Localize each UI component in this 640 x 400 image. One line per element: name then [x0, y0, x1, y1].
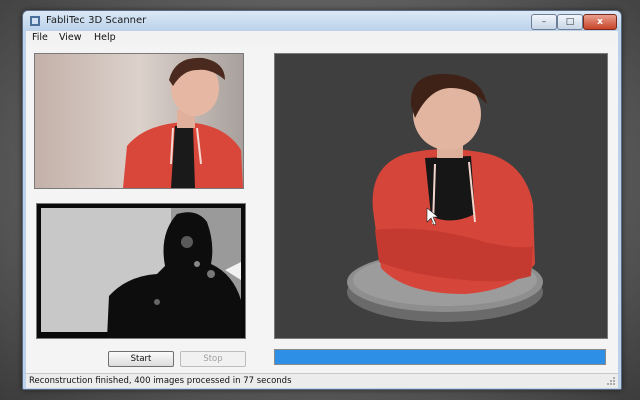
app-icon — [30, 16, 40, 26]
menu-file[interactable]: File — [32, 32, 48, 43]
depth-map-image — [37, 204, 245, 338]
minimize-icon: – — [541, 17, 547, 27]
main-panel: Start Stop — [26, 45, 618, 373]
resize-grip-icon[interactable] — [606, 376, 616, 386]
webcam-view — [34, 53, 244, 189]
start-button[interactable]: Start — [108, 351, 174, 367]
3d-model-image — [275, 54, 607, 338]
minimize-button[interactable]: – — [531, 14, 557, 30]
menu-bar: File View Help — [26, 31, 618, 45]
status-bar: Reconstruction finished, 400 images proc… — [26, 373, 618, 388]
webcam-person-image — [35, 54, 243, 188]
stop-button[interactable]: Stop — [180, 351, 246, 367]
app-window: FabliTec 3D Scanner – □ x File View Help — [22, 10, 622, 390]
menu-help[interactable]: Help — [94, 32, 116, 43]
close-icon: x — [597, 17, 603, 27]
status-text: Reconstruction finished, 400 images proc… — [29, 376, 292, 386]
title-bar[interactable]: FabliTec 3D Scanner – □ x — [23, 11, 621, 31]
depth-view — [36, 203, 246, 339]
progress-bar — [274, 349, 606, 365]
menu-view[interactable]: View — [59, 32, 82, 43]
maximize-button[interactable]: □ — [557, 14, 583, 30]
maximize-icon: □ — [565, 17, 575, 27]
progress-fill — [275, 350, 605, 364]
window-title: FabliTec 3D Scanner — [46, 15, 147, 26]
close-button[interactable]: x — [583, 14, 617, 30]
reconstruction-viewport[interactable] — [274, 53, 608, 339]
